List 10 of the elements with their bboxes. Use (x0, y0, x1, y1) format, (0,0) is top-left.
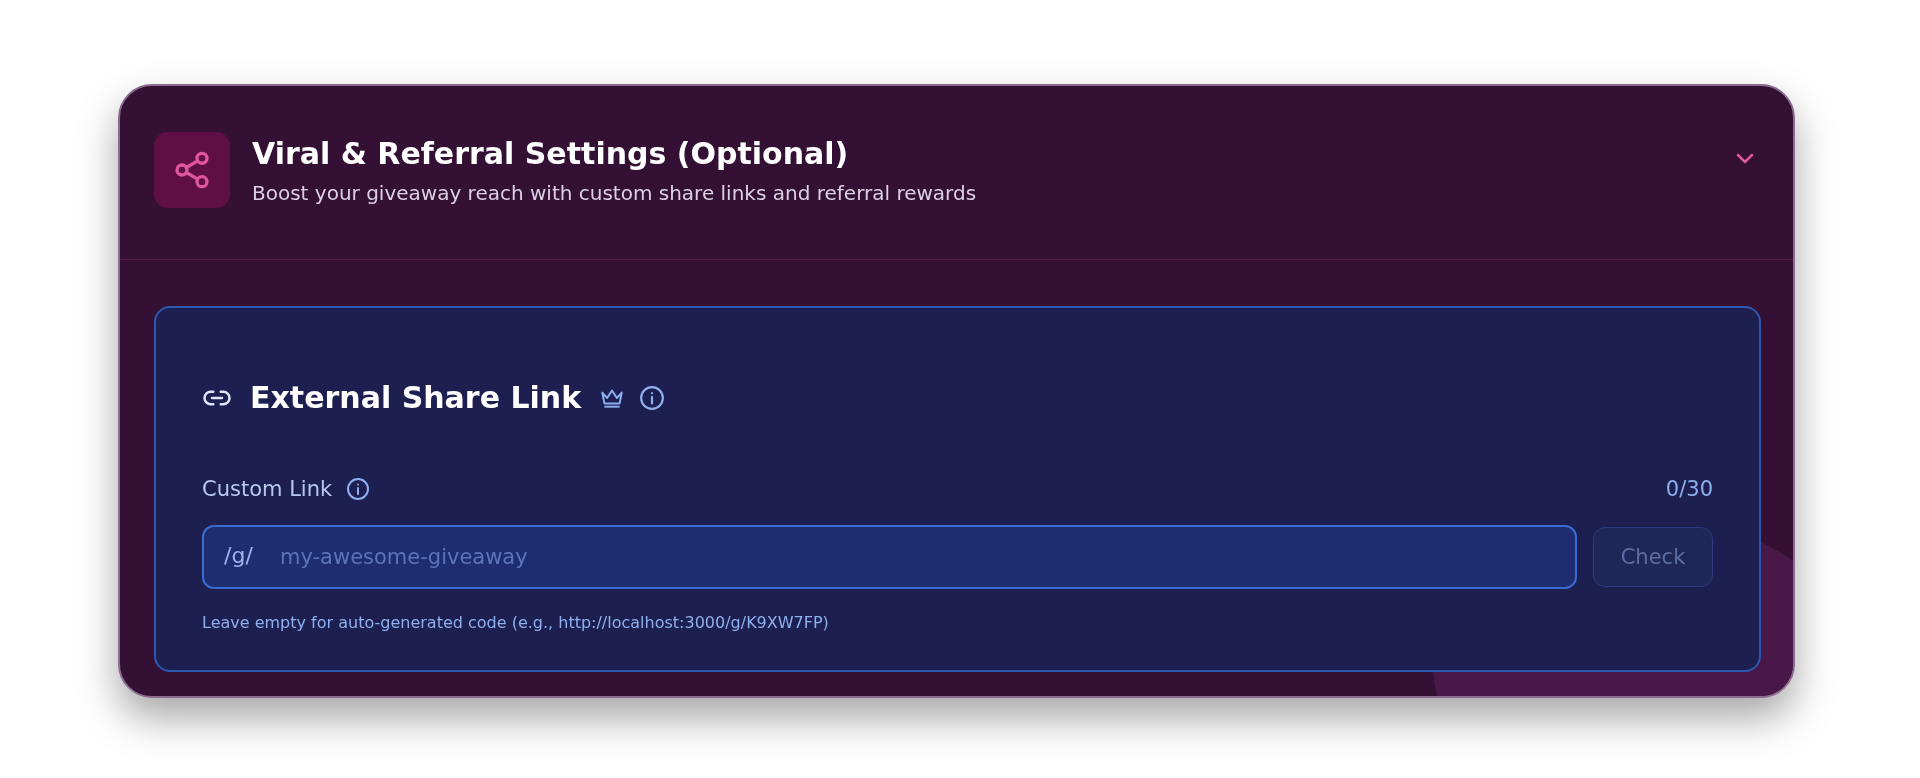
info-icon[interactable] (346, 477, 371, 501)
info-icon[interactable] (639, 384, 666, 411)
share-icon (154, 132, 230, 208)
section-subtitle: Boost your giveaway reach with custom share links and referral rewards (252, 181, 978, 205)
panel-title: External Share Link (250, 380, 582, 415)
helper-text: Leave empty for auto-generated code (e.g., http://localhost:3000/g/K9XW7FP) (202, 613, 830, 632)
link-prefix: /g/ (224, 543, 253, 568)
field-label: Custom Link (202, 477, 333, 501)
section-title: Viral & Referral Settings (Optional) (252, 136, 850, 171)
character-counter: 0/30 (1665, 477, 1713, 501)
